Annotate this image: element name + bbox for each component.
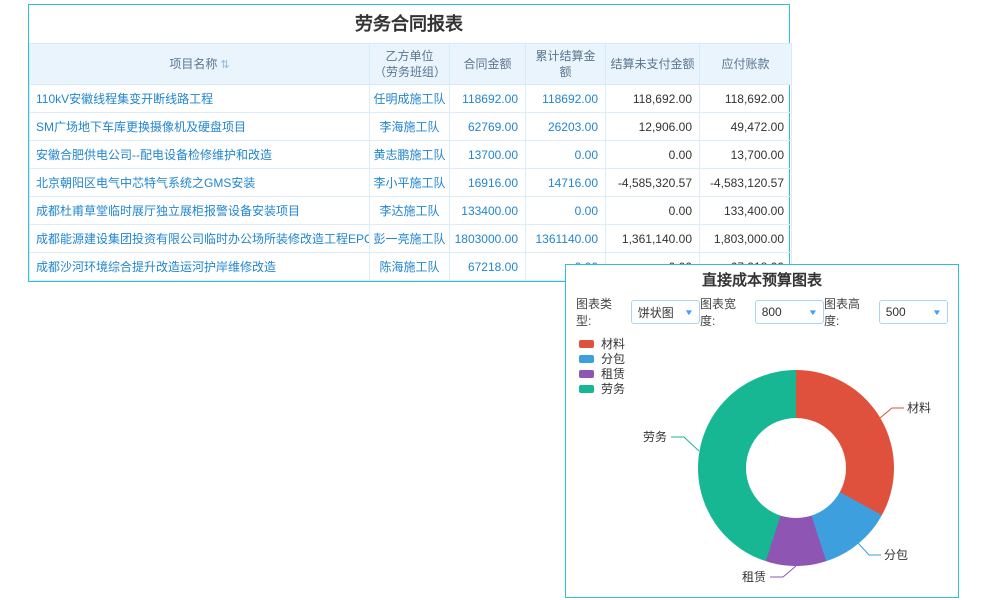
labor-contract-report-panel: 劳务合同报表 项目名称⇅ 乙方单位（劳务班组） 合同金额 累计结算金额 结算未支… [28,4,790,282]
legend-item[interactable]: 材料 [579,336,625,351]
pie-label-labor: 劳务 [643,429,667,444]
legend-item[interactable]: 分包 [579,351,625,366]
pie-label-material: 材料 [907,401,931,415]
chart-title: 直接成本预算图表 [566,265,958,295]
unpaid-amount-cell: -4,585,320.57 [606,169,700,197]
chart-type-select[interactable]: 饼状图 ▼ [631,300,700,324]
chart-width-label: 图表宽度: [700,295,751,329]
unpaid-amount-cell: 1,361,140.00 [606,225,700,253]
chart-height-label: 图表高度: [824,295,875,329]
payable-amount-cell: 118,692.00 [700,85,792,113]
col-header-team: 乙方单位（劳务班组） [370,44,450,85]
chart-height-control: 图表高度: 500 ▼ [824,295,948,329]
chart-height-select[interactable]: 500 ▼ [879,300,948,324]
chart-width-control: 图表宽度: 800 ▼ [700,295,824,329]
unpaid-amount-cell: 0.00 [606,141,700,169]
legend-swatch [579,370,594,378]
table-row[interactable]: 安徽合肥供电公司--配电设备检修维护和改造 黄志鹏施工队 13700.00 0.… [30,141,792,169]
report-table-body: 110kV安徽线程集变开断线路工程 任明成施工队 118692.00 11869… [30,85,792,281]
chart-height-value: 500 [886,305,906,319]
leader-line-labor [671,437,699,451]
leader-line-subcontract [858,543,881,555]
contract-amount-cell: 16916.00 [450,169,526,197]
col-header-contract-amount: 合同金额 [450,44,526,85]
settled-amount-cell: 118692.00 [526,85,606,113]
legend-item[interactable]: 劳务 [579,381,625,396]
cost-budget-chart-panel: 直接成本预算图表 图表类型: 饼状图 ▼ 图表宽度: 800 ▼ 图表高度: 5 [565,264,959,598]
chart-type-label: 图表类型: [576,295,627,329]
payable-amount-cell: 13,700.00 [700,141,792,169]
settled-amount-cell: 26203.00 [526,113,606,141]
contract-amount-cell: 13700.00 [450,141,526,169]
legend-swatch [579,385,594,393]
project-name-cell[interactable]: SM广场地下车库更换摄像机及硬盘项目 [30,113,370,141]
pie-label-subcontract: 分包 [884,548,908,562]
chart-controls: 图表类型: 饼状图 ▼ 图表宽度: 800 ▼ 图表高度: 500 ▼ [566,299,958,325]
settled-amount-cell: 14716.00 [526,169,606,197]
col-header-project-name[interactable]: 项目名称⇅ [30,44,370,85]
report-title: 劳务合同报表 [29,5,789,43]
team-cell: 李海施工队 [370,113,450,141]
table-header-row: 项目名称⇅ 乙方单位（劳务班组） 合同金额 累计结算金额 结算未支付金额 应付账… [30,44,792,85]
contract-amount-cell: 118692.00 [450,85,526,113]
table-row[interactable]: 北京朝阳区电气中芯特气系统之GMS安装 李小平施工队 16916.00 1471… [30,169,792,197]
settled-amount-cell: 1361140.00 [526,225,606,253]
leader-line-material [880,408,904,418]
team-cell: 任明成施工队 [370,85,450,113]
report-table: 项目名称⇅ 乙方单位（劳务班组） 合同金额 累计结算金额 结算未支付金额 应付账… [29,43,792,281]
settled-amount-cell: 0.00 [526,197,606,225]
contract-amount-cell: 62769.00 [450,113,526,141]
settled-amount-cell: 0.00 [526,141,606,169]
contract-amount-cell: 133400.00 [450,197,526,225]
col-header-project-name-label: 项目名称 [169,57,217,71]
donut-ring[interactable] [698,370,894,566]
unpaid-amount-cell: 118,692.00 [606,85,700,113]
col-header-unpaid-amount: 结算未支付金额 [606,44,700,85]
project-name-cell[interactable]: 110kV安徽线程集变开断线路工程 [30,85,370,113]
chevron-down-icon: ▼ [932,308,942,317]
contract-amount-cell: 67218.00 [450,253,526,281]
chart-width-value: 800 [762,305,782,319]
sort-icon[interactable]: ⇅ [220,59,229,71]
chevron-down-icon: ▼ [808,308,818,317]
table-row[interactable]: 成都能源建设集团投资有限公司临时办公场所装修改造工程EPC 彭一亮施工队 180… [30,225,792,253]
unpaid-amount-cell: 12,906.00 [606,113,700,141]
page: 劳务合同报表 项目名称⇅ 乙方单位（劳务班组） 合同金额 累计结算金额 结算未支… [0,0,1000,600]
chart-width-select[interactable]: 800 ▼ [755,300,824,324]
team-cell: 李小平施工队 [370,169,450,197]
pie-label-lease: 租赁 [742,570,766,584]
project-name-cell[interactable]: 北京朝阳区电气中芯特气系统之GMS安装 [30,169,370,197]
team-cell: 彭一亮施工队 [370,225,450,253]
payable-amount-cell: 133,400.00 [700,197,792,225]
legend-swatch [579,340,594,348]
table-row[interactable]: 110kV安徽线程集变开断线路工程 任明成施工队 118692.00 11869… [30,85,792,113]
legend-label: 劳务 [601,380,625,397]
team-cell: 陈海施工队 [370,253,450,281]
col-header-settled-amount: 累计结算金额 [526,44,606,85]
unpaid-amount-cell: 0.00 [606,197,700,225]
payable-amount-cell: -4,583,120.57 [700,169,792,197]
project-name-cell[interactable]: 安徽合肥供电公司--配电设备检修维护和改造 [30,141,370,169]
chart-type-control: 图表类型: 饼状图 ▼ [576,295,700,329]
payable-amount-cell: 49,472.00 [700,113,792,141]
col-header-payable-amount: 应付账款 [700,44,792,85]
project-name-cell[interactable]: 成都能源建设集团投资有限公司临时办公场所装修改造工程EPC [30,225,370,253]
chart-type-value: 饼状图 [638,304,674,321]
team-cell: 黄志鹏施工队 [370,141,450,169]
team-cell: 李达施工队 [370,197,450,225]
legend-swatch [579,355,594,363]
leader-line-lease [770,566,796,577]
project-name-cell[interactable]: 成都沙河环境综合提升改造运河护岸维修改造 [30,253,370,281]
table-row[interactable]: 成都杜甫草堂临时展厅独立展柜报警设备安装项目 李达施工队 133400.00 0… [30,197,792,225]
payable-amount-cell: 1,803,000.00 [700,225,792,253]
chevron-down-icon: ▼ [684,308,694,317]
legend-item[interactable]: 租赁 [579,366,625,381]
contract-amount-cell: 1803000.00 [450,225,526,253]
chart-legend: 材料 分包 租赁 劳务 [579,336,625,396]
project-name-cell[interactable]: 成都杜甫草堂临时展厅独立展柜报警设备安装项目 [30,197,370,225]
table-row[interactable]: SM广场地下车库更换摄像机及硬盘项目 李海施工队 62769.00 26203.… [30,113,792,141]
